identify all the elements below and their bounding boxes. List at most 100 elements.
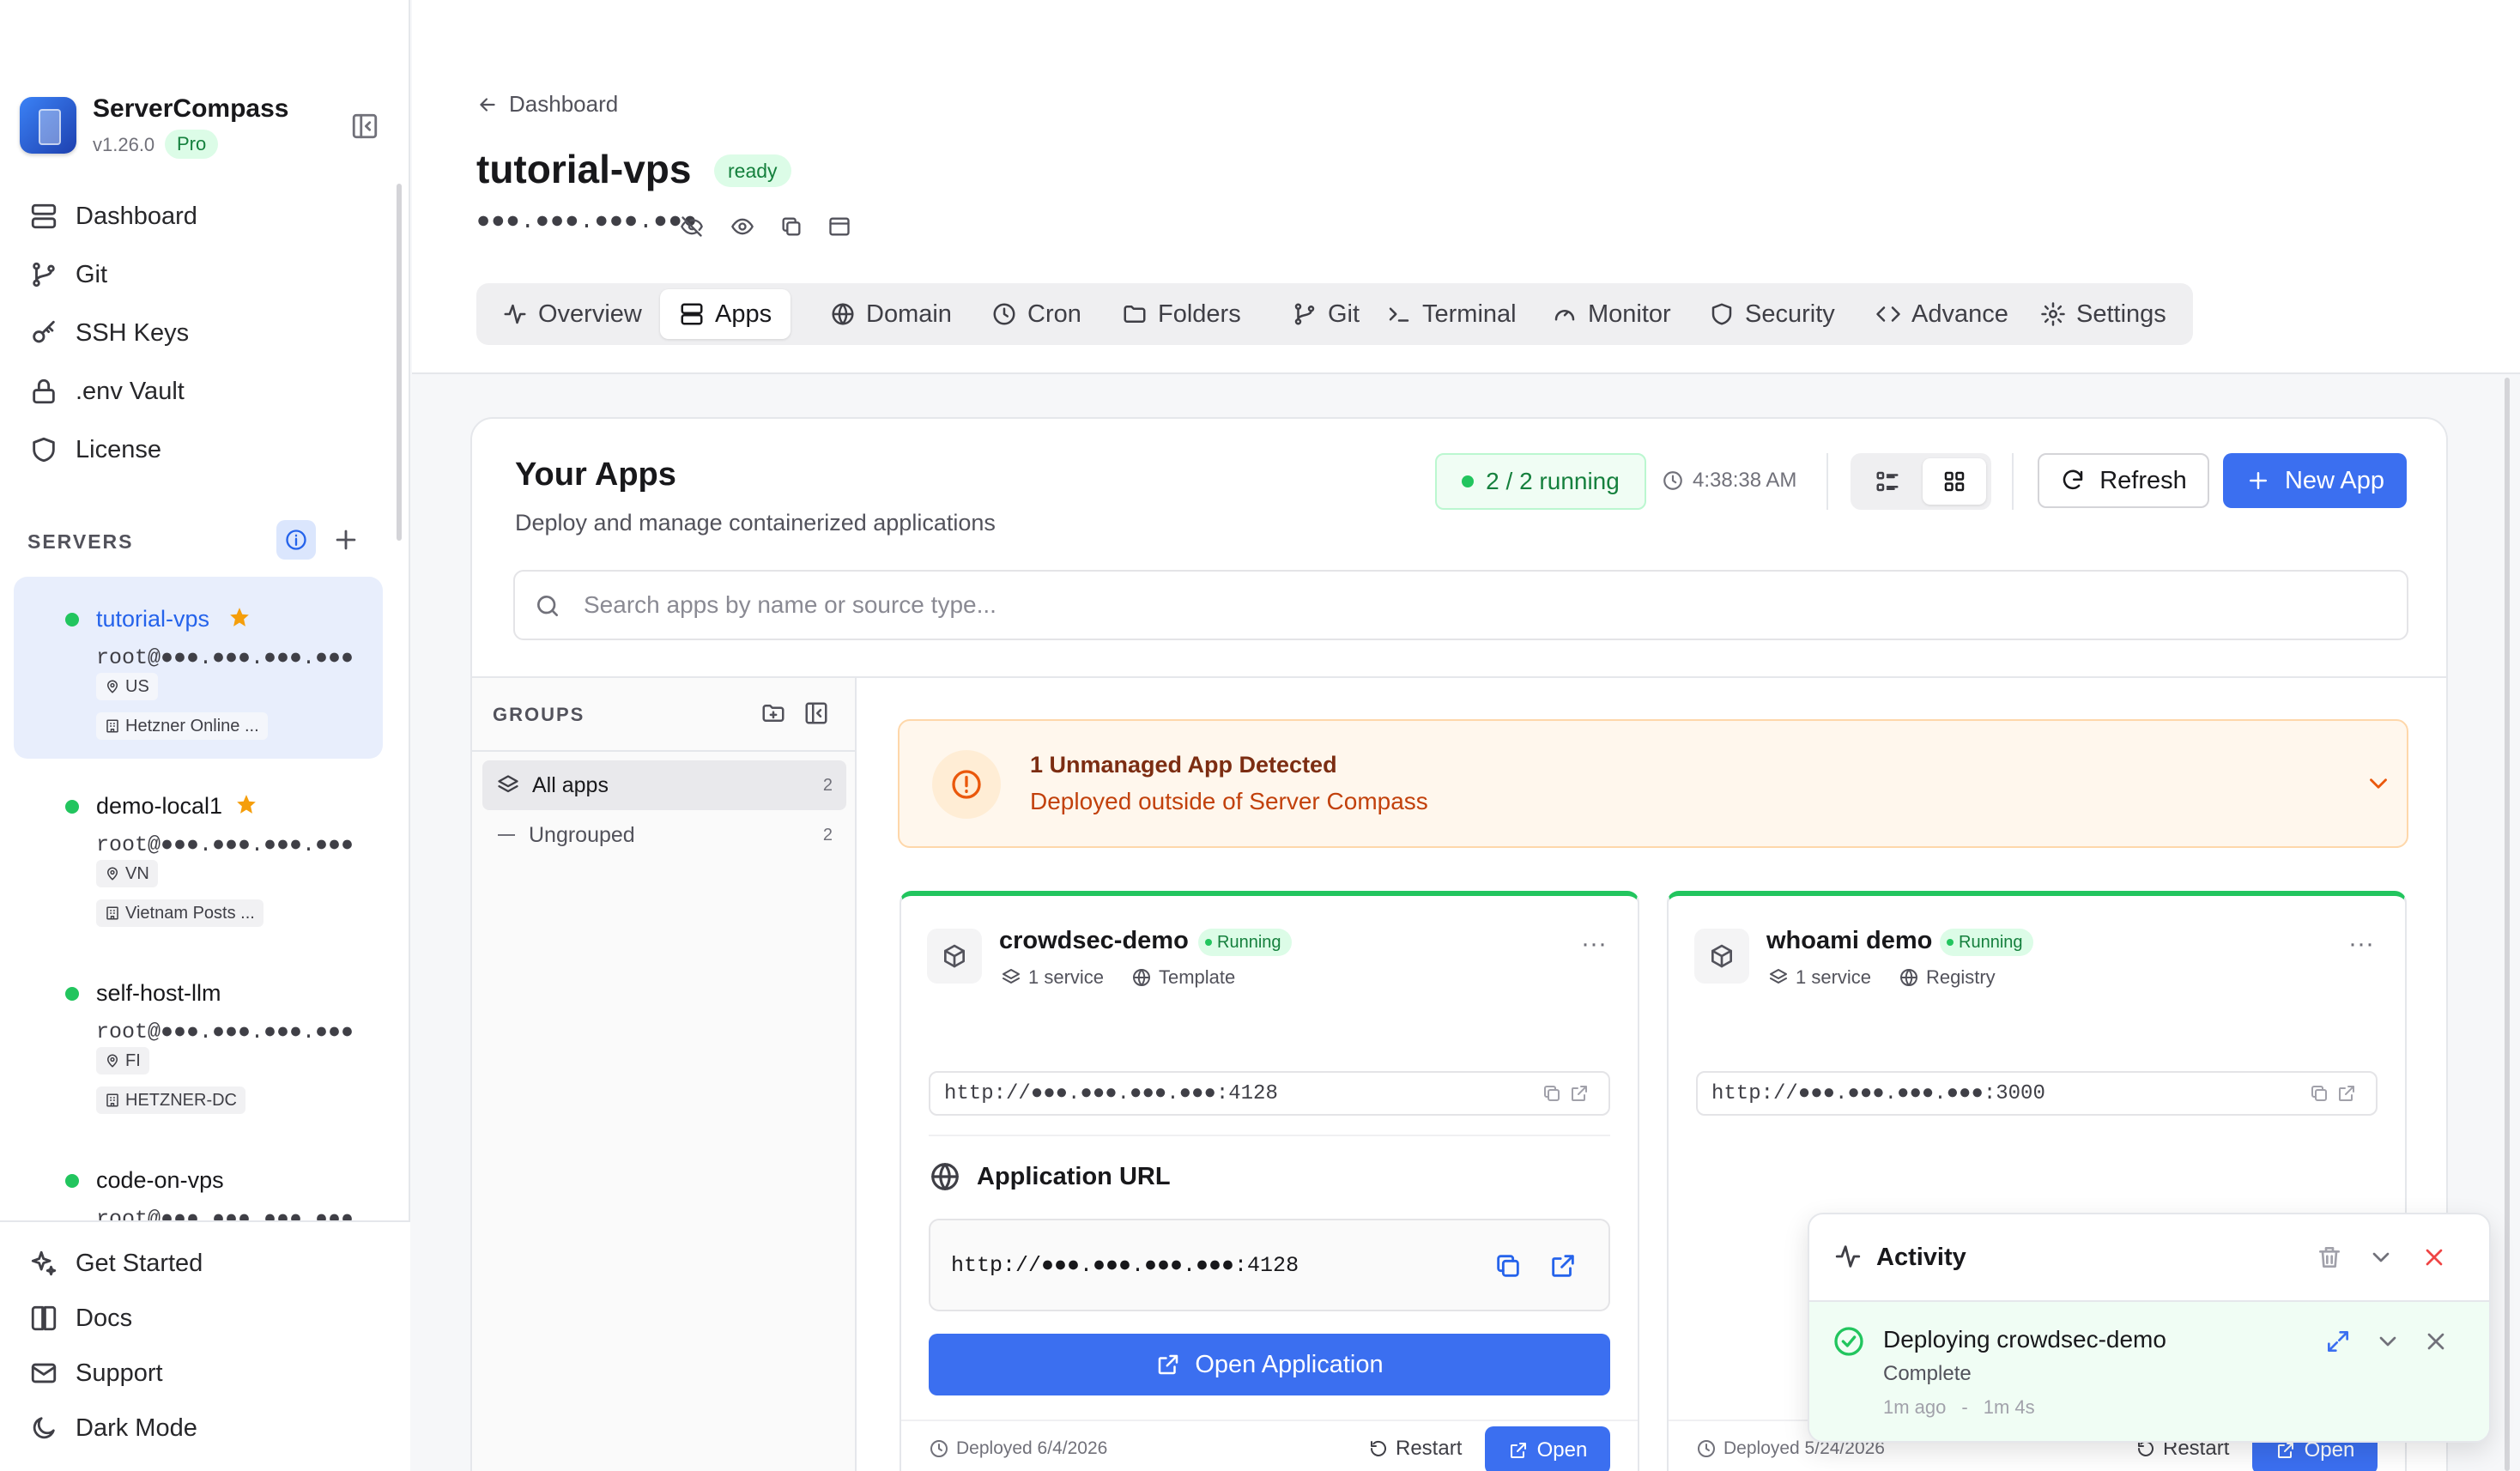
collapse-groups-button[interactable] [803, 700, 829, 726]
nav-dashboard[interactable]: Dashboard [29, 192, 197, 240]
mail-icon [31, 1363, 57, 1383]
nav-env-vault[interactable]: .env Vault [29, 367, 185, 415]
divider [901, 1420, 1638, 1421]
tab-settings[interactable]: Settings [2021, 289, 2185, 339]
plan-badge: Pro [165, 130, 219, 159]
nav-get-started[interactable]: Get Started [29, 1239, 203, 1287]
tab-apps[interactable]: Apps [660, 289, 791, 339]
nav-label: Dashboard [76, 202, 197, 230]
group-count: 2 [822, 775, 833, 795]
chevron-down-icon[interactable] [2374, 1328, 2402, 1355]
app-name[interactable]: whoami demo [1766, 927, 1932, 955]
add-server-button[interactable] [331, 525, 360, 554]
nav-dark-mode[interactable]: Dark Mode [29, 1404, 197, 1452]
external-link-icon[interactable] [1548, 1251, 1578, 1280]
map-pin-icon [107, 680, 118, 693]
external-link-icon [1510, 1443, 1526, 1458]
clock-icon [993, 303, 1015, 325]
service-count: 1 service [1768, 966, 1871, 989]
server-user: root@●●●.●●●.●●●.●●● [96, 1020, 354, 1044]
activity-item[interactable]: Deploying crowdsec-demo Complete 1m ago … [1809, 1300, 2489, 1441]
arrow-left-icon [480, 97, 495, 112]
eye-icon[interactable] [730, 215, 754, 239]
tab-overview[interactable]: Overview [483, 289, 661, 339]
nav-ssh-keys[interactable]: SSH Keys [29, 309, 189, 357]
nav-label: Support [76, 1359, 163, 1387]
open-application-button[interactable]: Open Application [929, 1334, 1610, 1395]
provider-chip: Hetzner Online ... [96, 712, 268, 740]
new-app-button[interactable]: New App [2223, 453, 2407, 508]
server-name: tutorial-vps [96, 606, 210, 632]
external-link-icon[interactable] [1569, 1083, 1590, 1104]
servers-info-button[interactable] [276, 520, 316, 560]
server-item-demo-local1[interactable]: demo-local1 root@●●●.●●●.●●●.●●● VN Viet… [14, 764, 383, 946]
group-label: All apps [532, 772, 609, 797]
tab-advance[interactable]: Advance [1857, 289, 2027, 339]
maximize-icon[interactable] [2324, 1328, 2352, 1355]
browser-icon[interactable] [827, 215, 851, 239]
more-options-icon[interactable]: ··· [1579, 931, 1608, 965]
nav-git[interactable]: Git [29, 251, 107, 299]
copy-icon[interactable] [779, 215, 803, 239]
globe-icon [1900, 969, 1917, 986]
tab-terminal[interactable]: Terminal [1367, 289, 1536, 339]
search-input[interactable]: Search apps by name or source type... [513, 570, 2408, 640]
chevron-down-icon[interactable] [2364, 769, 2393, 798]
clock-icon [1698, 1440, 1715, 1457]
grid-view-button[interactable] [1923, 458, 1986, 505]
main-scrollbar[interactable] [2505, 378, 2510, 1471]
tab-domain[interactable]: Domain [811, 289, 971, 339]
restart-button[interactable]: Restart [1368, 1437, 1462, 1461]
group-ungrouped[interactable]: Ungrouped 2 [482, 810, 846, 860]
check-circle-icon [1832, 1324, 1866, 1359]
copy-icon[interactable] [1493, 1251, 1523, 1280]
plus-icon [336, 530, 356, 550]
activity-panel: Activity Deploying crowdsec-demo Complet… [1808, 1213, 2491, 1443]
status-dot [1462, 475, 1475, 487]
grid-icon [1944, 471, 1965, 492]
activity-item-status: Complete [1883, 1362, 1972, 1385]
nav-label: SSH Keys [76, 318, 190, 347]
more-options-icon[interactable]: ··· [2347, 931, 2376, 965]
server-item-self-host-llm[interactable]: self-host-llm root@●●●.●●●.●●●.●●● FI HE… [14, 951, 383, 1133]
breadcrumb[interactable]: Dashboard [476, 91, 618, 118]
breadcrumb-label: Dashboard [509, 91, 619, 117]
server-item-tutorial-vps[interactable]: tutorial-vps root@●●●.●●●.●●●.●●● US Het… [14, 577, 383, 759]
group-all-apps[interactable]: All apps 2 [482, 760, 846, 810]
app-name[interactable]: crowdsec-demo [999, 927, 1189, 955]
refresh-button[interactable]: Refresh [2038, 453, 2209, 508]
globe-icon [931, 1163, 959, 1190]
tab-cron[interactable]: Cron [972, 289, 1100, 339]
nav-license[interactable]: License [29, 426, 161, 474]
sidebar-scrollbar[interactable] [397, 184, 402, 541]
nav-support[interactable]: Support [29, 1349, 163, 1397]
trash-icon[interactable] [2316, 1244, 2343, 1271]
server-item-code-on-vps[interactable]: code-on-vps root@●●●.●●●.●●●.●●● [14, 1138, 383, 1220]
new-group-button[interactable] [760, 700, 786, 726]
collapse-sidebar-icon[interactable] [350, 112, 379, 141]
open-button[interactable]: Open [1485, 1426, 1610, 1471]
tab-monitor[interactable]: Monitor [1533, 289, 1690, 339]
nav-label: Git [76, 260, 108, 288]
copy-icon[interactable] [1542, 1083, 1562, 1104]
eye-off-icon[interactable] [680, 215, 704, 239]
app-url-row: http://●●●.●●●.●●●.●●●:3000 [1696, 1071, 2378, 1116]
external-link-icon[interactable] [2336, 1083, 2357, 1104]
alert-subtitle: Deployed outside of Server Compass [1030, 788, 1428, 814]
sidebar: ServerCompass v1.26.0 Pro Dashboard Git … [0, 0, 410, 1471]
close-icon[interactable] [2422, 1328, 2450, 1355]
tab-git[interactable]: Git [1273, 289, 1378, 339]
nav-docs[interactable]: Docs [29, 1294, 132, 1342]
server-tabs: Overview Apps Domain Cron Folders Git Te… [476, 283, 2193, 345]
list-view-button[interactable] [1856, 458, 1919, 505]
folder-icon [1124, 306, 1146, 323]
tab-folders[interactable]: Folders [1103, 289, 1260, 339]
unmanaged-app-alert[interactable]: 1 Unmanaged App Detected Deployed outsid… [898, 719, 2408, 848]
copy-icon[interactable] [2309, 1083, 2329, 1104]
close-icon[interactable] [2420, 1244, 2448, 1271]
search-placeholder: Search apps by name or source type... [584, 591, 996, 618]
server-ip: ●●●.●●●.●●●.●●● [476, 209, 699, 235]
tab-security[interactable]: Security [1690, 289, 1854, 339]
chevron-down-icon[interactable] [2367, 1244, 2395, 1271]
online-dot [65, 1174, 79, 1188]
